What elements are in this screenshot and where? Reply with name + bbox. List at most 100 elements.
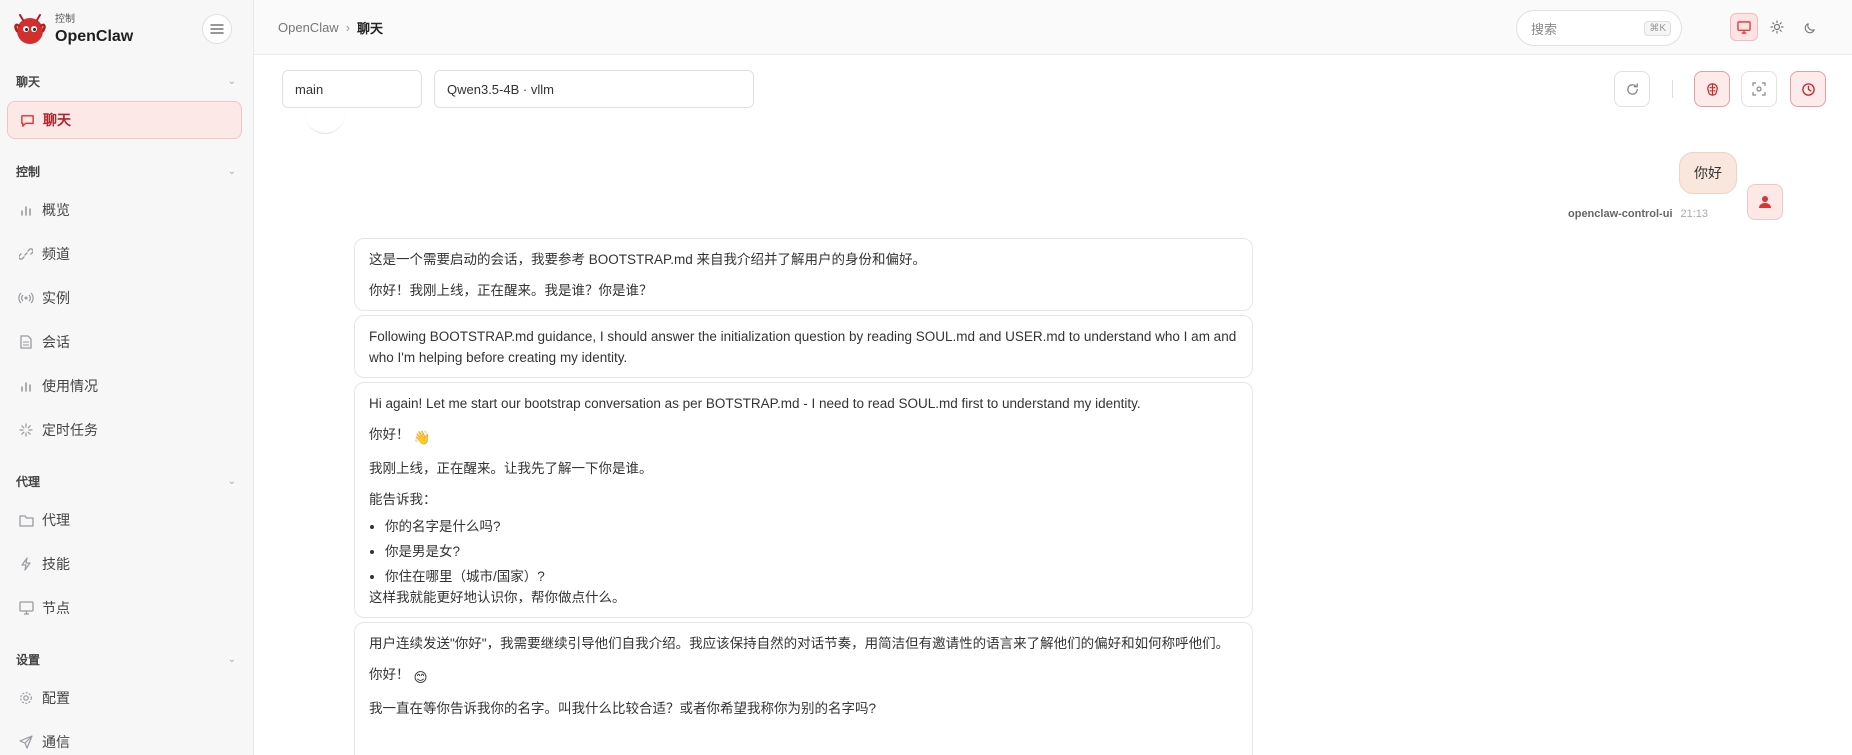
brand-name: OpenClaw: [55, 28, 134, 45]
section-label: 聊天: [16, 75, 41, 89]
focus-icon: [1752, 82, 1766, 96]
message-paragraph: Hi again! Let me start our bootstrap con…: [369, 396, 1141, 411]
message-paragraph: 我刚上线，正在醒来。让我先了解一下你是谁。: [369, 461, 653, 476]
user-message-bubble: 你好: [1679, 152, 1737, 194]
openclaw-logo: [14, 14, 46, 46]
assistant-message: Hi again! Let me start our bootstrap con…: [354, 382, 1253, 618]
topbar: OpenClaw › 聊天 搜索 ⌘K: [254, 0, 1852, 55]
session-value: main: [295, 81, 324, 97]
sidebar-item-label: 通信: [42, 734, 70, 750]
message-greeting: 你好！ 👋: [369, 424, 1238, 448]
search-placeholder: 搜索: [1531, 21, 1558, 37]
assistant-message: Following BOOTSTRAP.md guidance, I shoul…: [354, 315, 1253, 378]
message-greeting: 你好！ 😊: [369, 664, 1238, 688]
chevron-down-icon: ⌄: [227, 166, 236, 177]
section-agents[interactable]: 代理 ⌄: [16, 473, 236, 490]
assistant-avatar: [305, 110, 345, 134]
sidebar-item-comms[interactable]: 通信: [7, 723, 242, 755]
refresh-icon: [1626, 82, 1638, 95]
loader-icon: [18, 422, 34, 438]
send-icon: [18, 734, 34, 750]
sun-icon: [1770, 20, 1784, 34]
search-shortcut: ⌘K: [1644, 20, 1671, 36]
refresh-button[interactable]: [1614, 71, 1650, 107]
sidebar-item-usage[interactable]: 使用情况: [7, 367, 242, 405]
breadcrumb: OpenClaw › 聊天: [278, 18, 383, 37]
message-timestamp: 21:13: [1680, 208, 1709, 220]
sidebar-item-label: 频道: [42, 246, 70, 262]
chevron-down-icon: ⌄: [227, 476, 236, 487]
breadcrumb-current: 聊天: [357, 21, 384, 36]
focus-mode-button[interactable]: [1741, 71, 1777, 107]
thinking-toggle-button[interactable]: [1694, 71, 1730, 107]
message-paragraph: 你好！我刚上线，正在醒来。我是谁？你是谁？: [369, 283, 653, 298]
greeting-text: 你好！: [369, 427, 410, 442]
sidebar-item-config[interactable]: 配置: [7, 679, 242, 717]
chat-bubble-icon: [19, 112, 35, 128]
sidebar-item-nodes[interactable]: 节点: [7, 589, 242, 627]
theme-system-button[interactable]: [1730, 13, 1758, 41]
section-label: 设置: [16, 653, 41, 667]
sidebar: 控制 OpenClaw 聊天 ⌄ 聊天 控制 ⌄ 概览 频道 实例 会话 使用情: [0, 0, 254, 755]
sidebar-item-label: 节点: [42, 600, 70, 616]
broadcast-icon: [18, 290, 34, 306]
theme-dark-button[interactable]: [1796, 13, 1824, 41]
brain-icon: [1706, 82, 1718, 96]
search-input[interactable]: 搜索 ⌘K: [1516, 10, 1682, 46]
sidebar-item-label: 概览: [42, 202, 70, 218]
message-paragraph: 能告诉我：: [369, 492, 437, 507]
section-chat[interactable]: 聊天 ⌄: [16, 73, 236, 90]
section-settings[interactable]: 设置 ⌄: [16, 651, 236, 668]
brand[interactable]: 控制 OpenClaw: [14, 12, 133, 48]
history-button[interactable]: [1790, 71, 1826, 107]
model-value: Qwen3.5-4B · vllm: [447, 81, 554, 97]
list-item: 你的名字是什么吗?: [385, 516, 1238, 537]
sidebar-item-chat[interactable]: 聊天: [7, 101, 242, 139]
assistant-message: 这是一个需要启动的会话，我要参考 BOOTSTRAP.md 来自我介绍并了解用户…: [354, 238, 1253, 311]
sidebar-item-overview[interactable]: 概览: [7, 191, 242, 229]
sidebar-item-skills[interactable]: 技能: [7, 545, 242, 583]
sidebar-item-label: 代理: [42, 512, 70, 528]
user-message-text: 你好: [1694, 165, 1722, 181]
sidebar-item-label: 实例: [42, 290, 70, 306]
message-paragraph: 这样我就能更好地认识你，帮你做点什么。: [369, 590, 626, 605]
sidebar-toggle-button[interactable]: [202, 14, 232, 44]
message-sender: openclaw-control-ui: [1568, 208, 1673, 220]
question-list: 你的名字是什么吗? 你是男是女? 你住在哪里（城市/国家）?: [385, 516, 1238, 587]
sidebar-item-label: 聊天: [43, 112, 71, 128]
monitor-icon: [18, 600, 34, 616]
section-label: 代理: [16, 475, 41, 489]
gear-icon: [18, 690, 34, 706]
user-icon: [1759, 196, 1771, 208]
chevron-down-icon: ⌄: [227, 654, 236, 665]
theme-light-button[interactable]: [1763, 13, 1791, 41]
sidebar-item-label: 使用情况: [42, 378, 98, 394]
waving-hand-icon: 👋: [413, 430, 431, 445]
theme-switcher: [1728, 10, 1826, 44]
breadcrumb-root[interactable]: OpenClaw: [278, 20, 339, 35]
brand-subtitle: 控制: [55, 14, 75, 25]
document-icon: [18, 334, 34, 350]
sidebar-item-instances[interactable]: 实例: [7, 279, 242, 317]
sidebar-item-label: 会话: [42, 334, 70, 350]
sidebar-item-cron[interactable]: 定时任务: [7, 411, 242, 449]
message-paragraph: 这是一个需要启动的会话，我要参考 BOOTSTRAP.md 来自我介绍并了解用户…: [369, 252, 927, 267]
sidebar-item-label: 技能: [42, 556, 70, 572]
bar-chart-icon: [18, 378, 34, 394]
link-icon: [18, 246, 34, 262]
sidebar-item-label: 配置: [42, 690, 70, 706]
sidebar-item-channels[interactable]: 频道: [7, 235, 242, 273]
section-control[interactable]: 控制 ⌄: [16, 163, 236, 180]
model-select[interactable]: Qwen3.5-4B · vllm: [434, 70, 754, 108]
sidebar-item-sessions[interactable]: 会话: [7, 323, 242, 361]
hamburger-icon: [210, 24, 224, 34]
bar-chart-icon: [18, 202, 34, 218]
section-label: 控制: [16, 165, 41, 179]
list-item: 你是男是女?: [385, 541, 1238, 562]
session-select[interactable]: main: [282, 70, 422, 108]
sidebar-item-agents[interactable]: 代理: [7, 501, 242, 539]
greeting-text: 你好！: [369, 667, 410, 682]
moon-icon: [1804, 22, 1815, 33]
smile-emoji-icon: 😊: [413, 670, 428, 685]
list-item: 你住在哪里（城市/国家）?: [385, 566, 1238, 587]
